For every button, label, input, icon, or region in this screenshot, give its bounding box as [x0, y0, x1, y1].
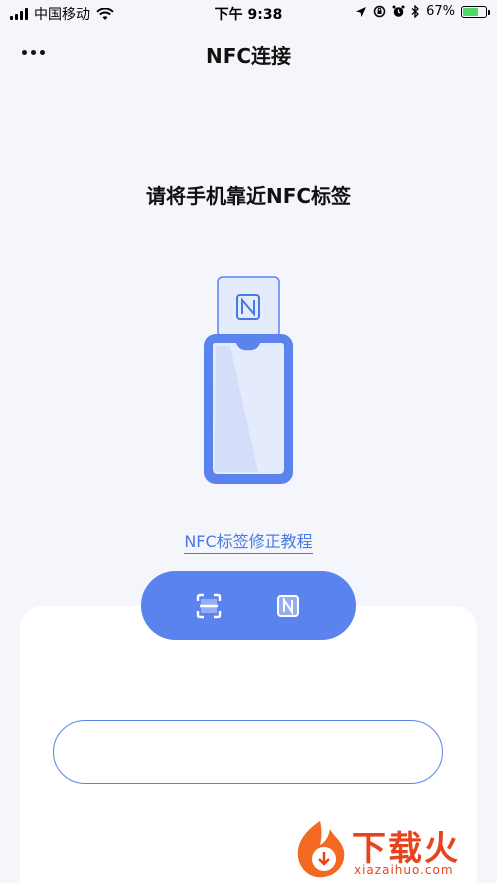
nfc-content-input[interactable] [53, 720, 443, 784]
battery-percent: 67% [426, 4, 455, 19]
battery-level [463, 7, 478, 16]
nfc-prompt-text: 请将手机靠近NFC标签 [145, 184, 352, 208]
watermark-logo: 下载火 xiazaihuo.com [290, 815, 497, 883]
battery-icon [461, 5, 490, 18]
alarm-icon [392, 5, 405, 17]
page-title: NFC连接 [205, 44, 292, 68]
location-icon [356, 6, 367, 17]
nav-bar: NFC连接 [0, 26, 497, 78]
tutorial-link-row: NFC标签修正教程 [0, 528, 497, 554]
scan-icon[interactable] [194, 591, 224, 621]
orientation-lock-icon [373, 5, 386, 18]
status-right: 67% [355, 4, 490, 19]
status-bar: 中国移动 下午 9:38 67% [0, 0, 497, 26]
bluetooth-icon [411, 5, 420, 18]
nfc-tutorial-link[interactable]: NFC标签修正教程 [184, 532, 313, 554]
nfc-icon[interactable] [273, 591, 303, 621]
mode-switch [141, 571, 356, 640]
watermark-subtext: xiazaihuo.com [354, 863, 454, 877]
nfc-phone-card-icon [204, 276, 293, 484]
